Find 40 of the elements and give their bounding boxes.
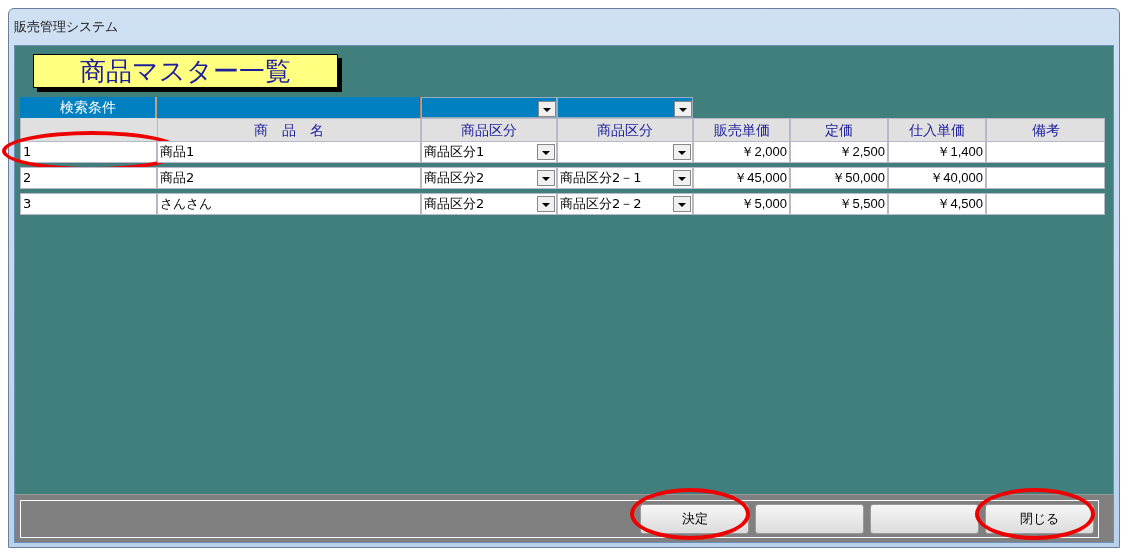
blank-button[interactable] xyxy=(755,504,864,534)
dropdown-button[interactable] xyxy=(537,144,555,160)
window-title: 販売管理システム xyxy=(14,18,118,36)
row-number: 3 xyxy=(23,196,32,211)
table-cell: ￥45,000 xyxy=(693,167,790,189)
table-cell: ￥5,000 xyxy=(693,193,790,215)
table-cell: ￥4,500 xyxy=(888,193,986,215)
product-name: 商品2 xyxy=(160,170,195,185)
table-cell: ￥5,500 xyxy=(790,193,888,215)
search-label: 検索条件 xyxy=(20,97,157,118)
table-cell: ￥1,400 xyxy=(888,141,986,163)
action-button[interactable]: 閉じる xyxy=(985,504,1094,534)
dropdown-button[interactable] xyxy=(537,196,555,212)
dropdown-button[interactable] xyxy=(674,101,692,117)
search-field[interactable] xyxy=(421,97,557,118)
product-name: 商品1 xyxy=(160,144,195,159)
dropdown-button[interactable] xyxy=(673,196,691,212)
notes-cell[interactable] xyxy=(986,141,1105,163)
category-dropdown[interactable]: 商品区分2－1 xyxy=(557,167,693,189)
category-dropdown[interactable]: 商品区分2 xyxy=(421,193,557,215)
category-dropdown[interactable]: 商品区分2－2 xyxy=(557,193,693,215)
dropdown-button[interactable] xyxy=(673,170,691,186)
notes-cell[interactable] xyxy=(986,193,1105,215)
row-number: 2 xyxy=(23,170,32,185)
table-cell: ￥2,500 xyxy=(790,141,888,163)
dropdown-button[interactable] xyxy=(538,101,556,117)
dropdown-button[interactable] xyxy=(537,170,555,186)
blank-button[interactable] xyxy=(870,504,979,534)
product-name: さんさん xyxy=(160,196,212,211)
table-cell: ￥50,000 xyxy=(790,167,888,189)
action-button[interactable]: 決定 xyxy=(640,504,749,534)
search-field[interactable] xyxy=(557,97,693,118)
search-field[interactable] xyxy=(157,97,421,118)
table-cell: ￥40,000 xyxy=(888,167,986,189)
row-number: 1 xyxy=(23,144,32,159)
notes-cell[interactable] xyxy=(986,167,1105,189)
category-dropdown[interactable]: 商品区分2 xyxy=(421,167,557,189)
dropdown-button[interactable] xyxy=(673,144,691,160)
table-cell: ￥2,000 xyxy=(693,141,790,163)
category-dropdown[interactable]: 商品区分1 xyxy=(421,141,557,163)
